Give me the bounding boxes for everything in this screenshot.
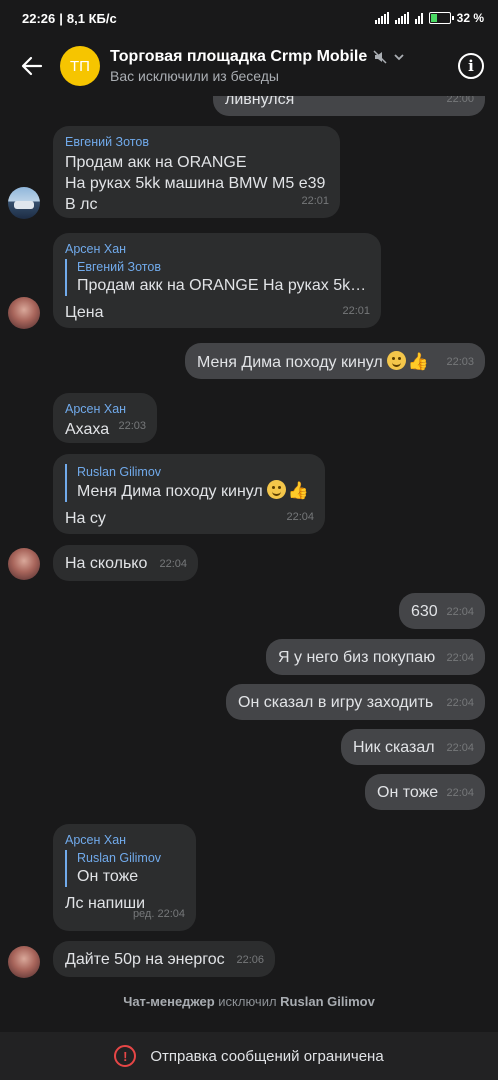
thumbs-up-icon: 👍 bbox=[407, 352, 429, 371]
chat-avatar[interactable]: ТП bbox=[60, 46, 100, 86]
message-bubble[interactable]: Меня Дима походу кинул 👍 22:03 bbox=[185, 343, 485, 379]
message-bubble[interactable]: Я у него биз покупаю 22:04 bbox=[266, 639, 485, 675]
chevron-down-icon bbox=[394, 54, 404, 61]
message-time: 22:04 bbox=[446, 742, 474, 754]
battery-icon bbox=[428, 12, 454, 24]
sender-name[interactable]: Арсен Хан bbox=[65, 832, 184, 848]
status-time: 22:26 bbox=[22, 10, 56, 26]
message-bubble[interactable]: ливнулся 22:00 bbox=[213, 96, 485, 116]
sender-name[interactable]: Арсен Хан bbox=[65, 401, 145, 417]
signal-icon bbox=[374, 12, 389, 24]
message-bubble[interactable]: Евгений Зотов Продам акк на ORANGE На ру… bbox=[53, 126, 340, 218]
message-bubble[interactable]: На сколько 22:04 bbox=[53, 545, 198, 581]
avatar[interactable] bbox=[8, 946, 40, 978]
message-bubble[interactable]: Арсен Хан Ахаха 22:03 bbox=[53, 393, 157, 443]
message-bubble[interactable]: Он тоже 22:04 bbox=[365, 774, 485, 810]
message-time: 22:04 bbox=[446, 787, 474, 799]
message-bubble[interactable]: Арсен Хан Евгений Зотов Продам акк на OR… bbox=[53, 233, 381, 328]
avatar[interactable] bbox=[8, 187, 40, 219]
sender-name[interactable]: Евгений Зотов bbox=[65, 134, 328, 150]
message-bubble[interactable]: Ruslan Gilimov Меня Дима походу кинул 👍 Н… bbox=[53, 454, 325, 534]
message-time: 22:00 bbox=[446, 96, 474, 105]
battery-percent: 32 % bbox=[456, 11, 484, 25]
message-time: 22:03 bbox=[446, 356, 474, 368]
message-time: 22:06 bbox=[236, 954, 264, 966]
wifi-icon bbox=[414, 12, 423, 24]
chat-title-area[interactable]: Торговая площадка Crmp Mobile Вас исключ… bbox=[110, 48, 458, 84]
message-bubble[interactable]: 630 22:04 bbox=[399, 593, 485, 629]
message-time: 22:01 bbox=[301, 195, 329, 207]
back-button[interactable] bbox=[12, 46, 52, 86]
reply-quote[interactable]: Ruslan Gilimov Он тоже bbox=[65, 850, 184, 887]
status-bar: 22:26 | 8,1 КБ/с 32 % bbox=[22, 10, 484, 26]
smile-emoji-icon bbox=[386, 351, 406, 370]
message-time: ред. 22:04 bbox=[132, 908, 185, 920]
service-message: Чат-менеджер исключил Ruslan Gilimov bbox=[123, 994, 375, 1009]
reply-quote[interactable]: Евгений Зотов Продам акк на ORANGE На ру… bbox=[65, 259, 369, 296]
restriction-text: Отправка сообщений ограничена bbox=[150, 1047, 384, 1065]
message-bubble[interactable]: Арсен Хан Ruslan Gilimov Он тоже Лс напи… bbox=[53, 824, 196, 931]
avatar[interactable] bbox=[8, 297, 40, 329]
signal-icon-2 bbox=[394, 12, 409, 24]
back-arrow-icon bbox=[21, 56, 43, 76]
thumbs-up-icon: 👍 bbox=[287, 481, 309, 500]
message-time: 22:04 bbox=[446, 652, 474, 664]
message-time: 22:04 bbox=[446, 606, 474, 618]
message-feed[interactable]: ливнулся 22:00 Евгений Зотов Продам акк … bbox=[0, 96, 498, 1032]
message-bubble[interactable]: Он сказал в игру заходить 22:04 bbox=[226, 684, 485, 720]
reply-quote[interactable]: Ruslan Gilimov Меня Дима походу кинул 👍 bbox=[65, 464, 313, 502]
avatar[interactable] bbox=[8, 548, 40, 580]
message-time: 22:04 bbox=[159, 558, 187, 570]
restriction-banner: ! Отправка сообщений ограничена bbox=[0, 1032, 498, 1080]
mute-icon bbox=[373, 50, 387, 64]
message-time: 22:04 bbox=[446, 697, 474, 709]
warning-icon: ! bbox=[114, 1045, 137, 1067]
message-bubble[interactable]: Дайте 50р на энергос 22:06 bbox=[53, 941, 275, 977]
status-speed: 8,1 КБ/с bbox=[66, 10, 117, 26]
sender-name[interactable]: Арсен Хан bbox=[65, 241, 369, 257]
chat-title: Торговая площадка Crmp Mobile bbox=[110, 48, 368, 65]
message-bubble[interactable]: Ник сказал 22:04 bbox=[341, 729, 485, 765]
chat-subtitle: Вас исключили из беседы bbox=[110, 68, 279, 84]
message-time: 22:03 bbox=[118, 420, 146, 432]
message-time: 22:01 bbox=[342, 305, 370, 317]
message-time: 22:04 bbox=[286, 511, 314, 523]
chat-header: ТП Торговая площадка Crmp Mobile Вас иск… bbox=[0, 36, 498, 96]
info-icon[interactable]: i bbox=[458, 53, 484, 79]
smile-emoji-icon bbox=[266, 480, 286, 499]
